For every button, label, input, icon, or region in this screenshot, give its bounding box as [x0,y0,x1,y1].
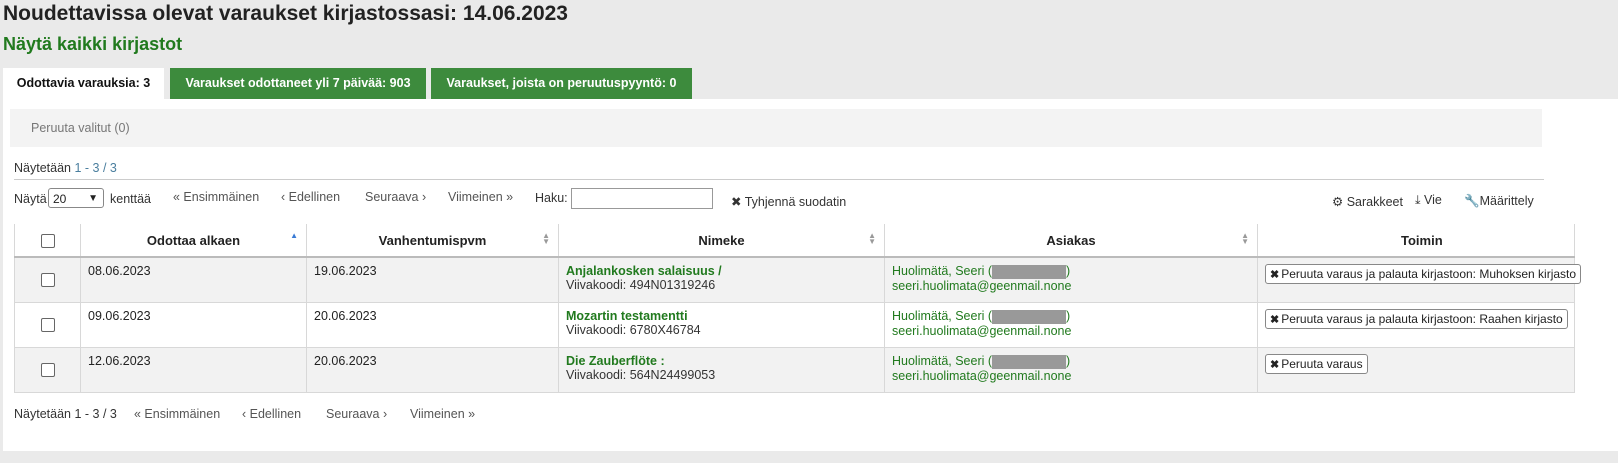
wrench-icon: 🔧 [1464,194,1480,208]
page-size-label: Näytä [14,192,47,206]
redacted-card-number [992,309,1067,324]
tab-cancellation-requests[interactable]: Varaukset, joista on peruutuspyyntö: 0 [431,68,692,99]
column-expiration-date[interactable]: Vanhentumispvm ▲ ▼ [306,224,559,258]
chevron-down-icon: ▼ [88,193,98,204]
expiration-cell: 20.06.2023 [306,302,559,348]
waiting-since-cell: 08.06.2023 [80,256,307,303]
row-checkbox[interactable] [40,318,55,333]
title-link[interactable]: Die Zauberflöte : [566,354,665,368]
column-waiting-since[interactable]: Odottaa alkaen ▲ [80,224,307,258]
export-button[interactable]: ⤓ Vie [1415,193,1442,208]
first-page-link[interactable]: « Ensimmäinen [173,190,259,204]
previous-page-link[interactable]: ‹ Edellinen [281,190,340,204]
title-link[interactable]: Anjalankosken salaisuus / [566,264,722,278]
redacted-card-number [992,354,1067,369]
table-info-top: Näytetään 1 - 3 / 3 [14,161,117,175]
search-label: Haku: [535,191,568,205]
patron-email-link[interactable]: seeri.huolimata@geenmail.none [892,324,1071,338]
row-checkbox[interactable] [40,273,55,288]
show-all-libraries-link[interactable]: Näytä kaikki kirjastot [3,34,182,55]
previous-page-link[interactable]: ‹ Edellinen [242,407,301,421]
cancel-selected-button[interactable]: Peruuta valitut (0) [31,121,130,135]
table-row: 12.06.2023 20.06.2023 Die Zauberflöte :V… [14,347,1575,393]
holds-table: Odottaa alkaen ▲ Vanhentumispvm ▲ ▼ Nimeke ▲… [14,224,1582,393]
patron-email-link[interactable]: seeri.huolimata@geenmail.none [892,279,1071,293]
patron-email-link[interactable]: seeri.huolimata@geenmail.none [892,369,1071,383]
table-row: 08.06.2023 19.06.2023 Anjalankosken sala… [14,256,1582,303]
row-checkbox[interactable] [40,363,55,378]
table-header-row: Odottaa alkaen ▲ Vanhentumispvm ▲ ▼ Nimeke ▲… [14,224,1575,258]
page-size-select[interactable]: 20 ▼ [48,188,104,208]
last-page-link[interactable]: Viimeinen » [448,190,513,204]
patron-link[interactable]: Huolimätä, Seeri () [892,354,1070,369]
page-title: Noudettavissa olevat varaukset kirjastos… [3,2,568,25]
search-input[interactable] [571,188,713,209]
close-icon: ✖ [1270,359,1280,371]
column-actions: Toimin [1257,224,1575,258]
select-all-header[interactable] [14,224,81,258]
column-title[interactable]: Nimeke ▲ ▼ [558,224,885,258]
sort-icon: ▲ ▼ [1241,231,1249,246]
divider [14,179,1544,180]
title-link[interactable]: Mozartin testamentti [566,309,688,323]
columns-button[interactable]: ⚙ Sarakkeet [1332,194,1403,209]
cancel-hold-button[interactable]: ✖ Peruuta varaus [1265,354,1368,374]
patron-link[interactable]: Huolimätä, Seeri () [892,264,1070,279]
clear-filter-button[interactable]: ✖ Tyhjennä suodatin [731,194,846,209]
close-icon: ✖ [1270,269,1280,281]
first-page-link[interactable]: « Ensimmäinen [134,407,220,421]
barcode: Viivakoodi: 6780X46784 [566,323,701,337]
next-page-link[interactable]: Seuraava › [326,407,387,421]
barcode: Viivakoodi: 494N01319246 [566,278,716,292]
next-page-link[interactable]: Seuraava › [365,190,426,204]
column-patron[interactable]: Asiakas ▲ ▼ [884,224,1258,258]
table-row: 09.06.2023 20.06.2023 Mozartin testament… [14,302,1575,348]
expiration-cell: 19.06.2023 [306,256,559,303]
sort-icon: ▲ ▼ [542,231,550,246]
redacted-card-number [992,264,1067,279]
sort-icon: ▲ ▼ [868,231,876,246]
download-icon: ⤓ [1415,193,1421,207]
table-info-bottom: Näytetään 1 - 3 / 3 [14,407,117,421]
select-all-checkbox[interactable] [40,233,55,248]
configure-button[interactable]: 🔧Määrittely [1464,194,1534,209]
last-page-link[interactable]: Viimeinen » [410,407,475,421]
toolbar: Peruuta valitut (0) [10,109,1542,147]
close-icon: ✖ [1270,314,1280,326]
cancel-hold-button[interactable]: ✖ Peruuta varaus ja palauta kirjastoon: M… [1265,264,1582,284]
patron-link[interactable]: Huolimätä, Seeri () [892,309,1070,324]
holds-panel: Peruuta valitut (0) Näytetään 1 - 3 / 3 … [3,99,1618,451]
table-controls: Näytä 20 ▼ kenttää « Ensimmäinen ‹ Edelli… [14,188,1544,212]
tab-waiting-holds[interactable]: Odottavia varauksia: 3 [3,68,164,99]
gear-icon: ⚙ [1332,195,1344,209]
waiting-since-cell: 09.06.2023 [80,302,307,348]
entries-label: kenttää [110,192,152,206]
tab-holds-over-7-days[interactable]: Varaukset odottaneet yli 7 päivää: 903 [170,68,426,99]
cancel-hold-button[interactable]: ✖ Peruuta varaus ja palauta kirjastoon: R… [1265,309,1568,329]
expiration-cell: 20.06.2023 [306,347,559,393]
barcode: Viivakoodi: 564N24499053 [566,368,716,382]
sort-ascending-icon: ▲ [290,231,298,240]
waiting-since-cell: 12.06.2023 [80,347,307,393]
